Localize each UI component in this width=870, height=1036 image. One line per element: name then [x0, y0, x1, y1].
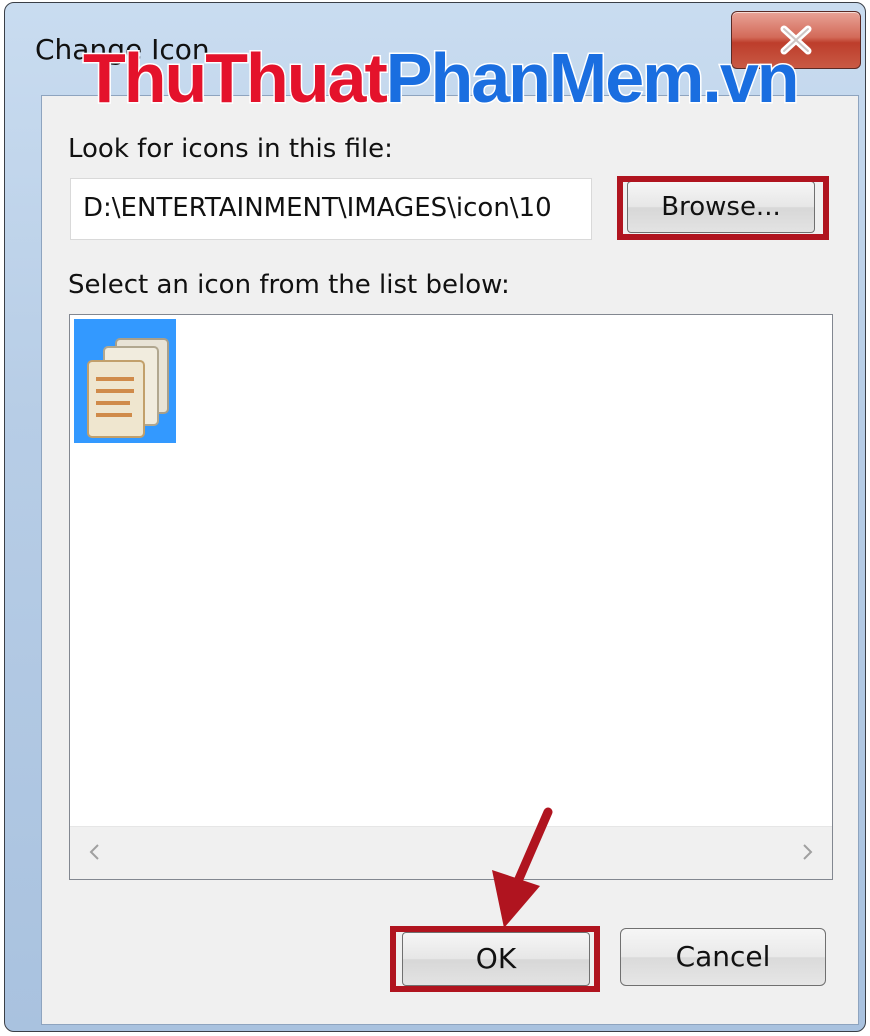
- look-for-label: Look for icons in this file:: [68, 134, 393, 164]
- change-icon-dialog: Change Icon Look for icons in this file:…: [4, 2, 866, 1032]
- horizontal-scrollbar[interactable]: [70, 826, 832, 879]
- file-path-input[interactable]: D:\ENTERTAINMENT\IMAGES\icon\10: [70, 178, 592, 240]
- browse-highlight-box: [617, 176, 829, 240]
- watermark-part-red: ThuThuat: [82, 39, 390, 117]
- dialog-body: Look for icons in this file: D:\ENTERTAI…: [41, 95, 859, 1025]
- icon-list[interactable]: [69, 314, 833, 880]
- select-icon-label: Select an icon from the list below:: [68, 270, 510, 300]
- icon-list-item[interactable]: [74, 319, 176, 443]
- watermark-logo: ThuThuatPhanMem.vn: [82, 42, 802, 115]
- watermark-part-blue: PhanMem.vn: [384, 39, 801, 117]
- documents-stack-icon: [87, 338, 169, 438]
- scroll-right-icon[interactable]: [802, 843, 814, 861]
- scroll-left-icon[interactable]: [88, 843, 100, 861]
- ok-highlight-box: [390, 926, 600, 992]
- cancel-button[interactable]: Cancel: [620, 928, 826, 986]
